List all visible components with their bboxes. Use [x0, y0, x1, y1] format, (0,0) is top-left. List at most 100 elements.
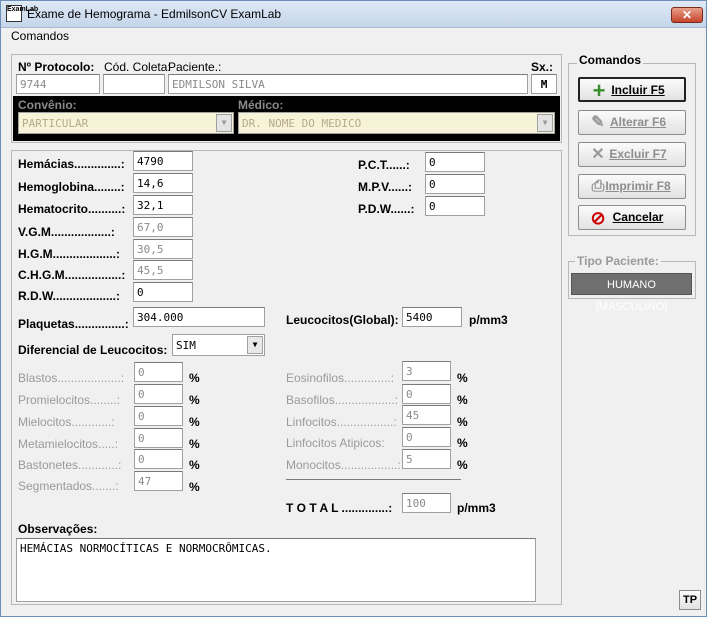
mpv-label: M.P.V......:	[358, 180, 413, 194]
medico-select[interactable]: DR. NOME DO MEDICO ▼	[238, 112, 555, 134]
monocitos-field[interactable]: 5	[402, 449, 451, 469]
mpv-field[interactable]: 0	[425, 174, 485, 194]
alterar-button[interactable]: ✎ Alterar F6	[578, 110, 686, 135]
window-title: Exame de Hemograma - EdmilsonCV ExamLab	[27, 7, 282, 21]
convenio-select[interactable]: PARTICULAR ▼	[18, 112, 234, 134]
protocolo-label: Nº Protocolo:	[18, 60, 95, 74]
coleta-field[interactable]	[103, 74, 165, 94]
hgm-field[interactable]: 30,5	[133, 239, 193, 259]
cancelar-label: Cancelar	[612, 210, 664, 224]
diferencial-value: SIM	[176, 339, 196, 352]
linfocitos-atipicos-label: Linfocitos Atipicos:	[286, 436, 385, 450]
coleta-label: Cód. Coleta:	[104, 60, 171, 74]
eosinofilos-unit: %	[457, 371, 468, 385]
blastos-unit: %	[189, 371, 200, 385]
promielocitos-field[interactable]: 0	[134, 384, 183, 404]
paciente-label: Paciente.:	[168, 60, 222, 74]
tipo-paciente-title: Tipo Paciente:	[575, 254, 661, 268]
medico-value: DR. NOME DO MEDICO	[242, 117, 362, 130]
app-icon: ExamLab	[6, 5, 38, 22]
linfocitos-label: Linfocitos.................:	[286, 415, 397, 429]
imprimir-button[interactable]: ⎙ Imprimir F8	[578, 174, 686, 199]
medico-label: Médico:	[238, 98, 284, 112]
leucocitos-unit: p/mm3	[469, 313, 508, 327]
convenio-value: PARTICULAR	[22, 117, 89, 130]
imprimir-label: Imprimir F8	[605, 179, 671, 193]
metamielocitos-label: Metamielocitos.....:	[18, 437, 119, 451]
sexo-field[interactable]: M	[531, 74, 557, 94]
eosinofilos-field[interactable]: 3	[402, 361, 451, 381]
tp-button[interactable]: TP	[679, 590, 701, 610]
total-unit: p/mm3	[457, 501, 496, 515]
chevron-down-icon[interactable]: ▼	[216, 114, 232, 132]
sexo-label: Sx.:	[531, 60, 554, 74]
commands-title: Comandos	[577, 53, 644, 67]
title-bar: ExamLab Exame de Hemograma - EdmilsonCV …	[1, 1, 706, 28]
menu-comandos[interactable]: Comandos	[11, 29, 69, 43]
bastonetes-field[interactable]: 0	[134, 449, 183, 469]
blastos-label: Blastos...................:	[18, 371, 125, 385]
bastonetes-label: Bastonetes............:	[18, 458, 122, 472]
mielocitos-label: Mielocitos............:	[18, 415, 115, 429]
cancel-icon: ⊘	[590, 208, 606, 228]
main-window: ExamLab Exame de Hemograma - EdmilsonCV …	[0, 0, 707, 617]
hemoglobina-field[interactable]: 14,6	[133, 173, 193, 193]
mielocitos-unit: %	[189, 415, 200, 429]
total-field[interactable]: 100	[402, 493, 451, 513]
diferencial-label: Diferencial de Leucocitos:	[18, 343, 168, 357]
leucocitos-label: Leucocitos(Global):	[286, 313, 399, 327]
rdw-field[interactable]: 0	[133, 282, 193, 302]
hemoglobina-label: Hemoglobina........:	[18, 180, 125, 194]
bastonetes-unit: %	[189, 458, 200, 472]
segmentados-field[interactable]: 47	[134, 471, 183, 491]
pdw-field[interactable]: 0	[425, 196, 485, 216]
edit-icon: ✎	[591, 114, 605, 131]
pct-field[interactable]: 0	[425, 152, 485, 172]
delete-icon: ✕	[591, 146, 605, 163]
hematocrito-field[interactable]: 32,1	[133, 195, 193, 215]
total-divider	[286, 479, 461, 480]
chevron-down-icon[interactable]: ▼	[247, 336, 263, 354]
basofilos-label: Basofilos..................:	[286, 393, 399, 407]
eosinofilos-label: Eosinofilos..............:	[286, 371, 395, 385]
excluir-label: Excluir F7	[609, 147, 667, 161]
protocolo-field[interactable]: 9744	[16, 74, 100, 94]
tipo-paciente-value: HUMANO [MASCULINO]	[571, 273, 692, 313]
paciente-field[interactable]: EDMILSON SILVA	[168, 74, 528, 94]
segmentados-label: Segmentados.......:	[18, 479, 119, 493]
convenio-label: Convênio:	[18, 98, 77, 112]
observacoes-textarea[interactable]: HEMÁCIAS NORMOCÍTICAS E NORMOCRÔMICAS.	[16, 538, 536, 602]
monocitos-label: Monocitos.................:	[286, 458, 401, 472]
observacoes-label: Observações:	[18, 522, 98, 536]
basofilos-field[interactable]: 0	[402, 384, 451, 404]
hemacias-field[interactable]: 4790	[133, 151, 193, 171]
cancelar-button[interactable]: ⊘ Cancelar	[578, 205, 686, 230]
close-button[interactable]: ✕	[671, 7, 703, 23]
metamielocitos-field[interactable]: 0	[134, 428, 183, 448]
plaquetas-label: Plaquetas...............:	[18, 317, 129, 331]
diferencial-select[interactable]: SIM ▼	[172, 334, 265, 356]
pdw-label: P.D.W......:	[358, 202, 415, 216]
rdw-label: R.D.W...................:	[18, 289, 121, 303]
hemacias-label: Hemácias..............:	[18, 157, 125, 171]
chgm-field[interactable]: 45,5	[133, 260, 193, 280]
printer-icon: ⎙	[591, 178, 605, 195]
linfocitos-field[interactable]: 45	[402, 405, 451, 425]
leucocitos-field[interactable]: 5400	[402, 307, 462, 327]
mielocitos-field[interactable]: 0	[134, 406, 183, 426]
excluir-button[interactable]: ✕ Excluir F7	[578, 142, 686, 167]
blastos-field[interactable]: 0	[134, 362, 183, 382]
linfocitos-atipicos-field[interactable]: 0	[402, 427, 451, 447]
promielocitos-unit: %	[189, 393, 200, 407]
basofilos-unit: %	[457, 393, 468, 407]
pct-label: P.C.T......:	[358, 158, 410, 172]
chgm-label: C.H.G.M.................:	[18, 268, 126, 282]
monocitos-unit: %	[457, 458, 468, 472]
chevron-down-icon[interactable]: ▼	[537, 114, 553, 132]
vgm-field[interactable]: 67,0	[133, 217, 193, 237]
close-icon: ✕	[681, 8, 693, 22]
incluir-button[interactable]: + Incluir F5	[578, 77, 686, 102]
promielocitos-label: Promielocitos........:	[18, 393, 121, 407]
linfocitos-atipicos-unit: %	[457, 436, 468, 450]
plaquetas-field[interactable]: 304.000	[133, 307, 265, 327]
